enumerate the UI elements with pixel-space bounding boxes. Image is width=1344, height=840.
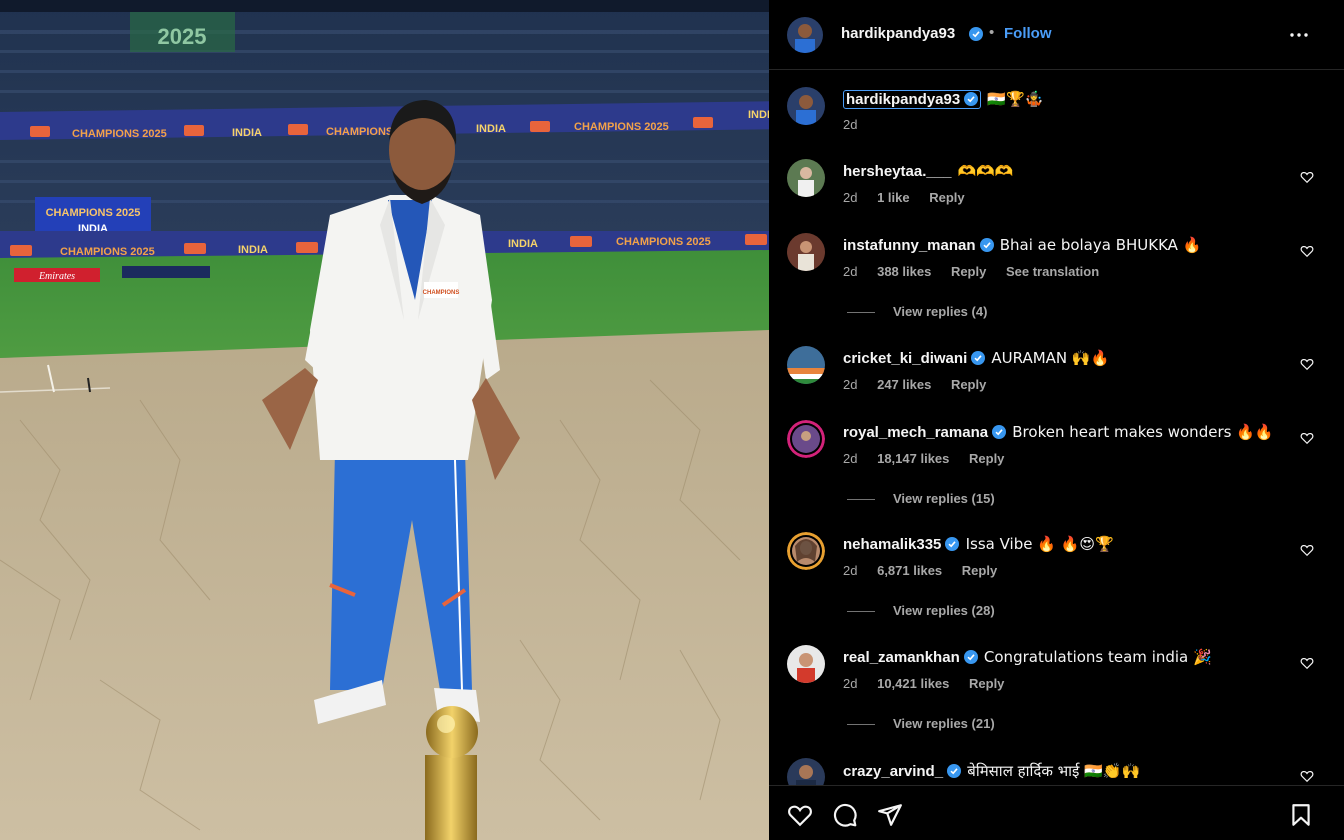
comment-icon[interactable] bbox=[832, 802, 858, 828]
commenter-avatar[interactable] bbox=[787, 758, 825, 785]
heart-icon[interactable] bbox=[1300, 170, 1314, 184]
lower-banner-india-1: INDIA bbox=[238, 244, 268, 256]
sponsor-board: Emirates bbox=[38, 271, 75, 282]
banner-text-india-1: INDIA bbox=[232, 127, 262, 139]
verified-badge-icon bbox=[969, 27, 983, 41]
heart-icon[interactable] bbox=[787, 802, 813, 828]
commenter-avatar[interactable] bbox=[787, 532, 825, 570]
comment-time: 2d bbox=[843, 377, 858, 392]
comment-time: 2d bbox=[843, 190, 858, 205]
comment-likes[interactable]: 247 likes bbox=[877, 377, 931, 392]
comment-text: 🫶🫶🫶 bbox=[957, 162, 1014, 180]
banner-text-champions-1: CHAMPIONS 2025 bbox=[72, 128, 167, 140]
view-replies-button[interactable]: View replies (15) bbox=[847, 491, 995, 506]
comment-time: 2d bbox=[843, 563, 858, 578]
comment-time: 2d bbox=[843, 676, 858, 691]
post-actions-bar bbox=[769, 785, 1344, 840]
follow-button[interactable]: Follow bbox=[1004, 25, 1052, 42]
commenter-avatar[interactable] bbox=[787, 645, 825, 683]
heart-icon[interactable] bbox=[1300, 357, 1314, 371]
screen-line1: CHAMPIONS 2025 bbox=[46, 207, 141, 219]
commenter-avatar[interactable] bbox=[787, 346, 825, 384]
view-replies-label[interactable]: View replies (21) bbox=[893, 716, 995, 731]
send-icon[interactable] bbox=[877, 802, 903, 828]
comment-likes[interactable]: 1 like bbox=[877, 190, 910, 205]
comment-username[interactable]: nehamalik335 bbox=[843, 536, 941, 553]
lower-banner-champions-2: CHAMPIONS 2025 bbox=[616, 236, 711, 248]
view-replies-button[interactable]: View replies (21) bbox=[847, 716, 995, 731]
commenter-avatar[interactable] bbox=[787, 233, 825, 271]
heart-icon[interactable] bbox=[1300, 431, 1314, 445]
reply-button[interactable]: Reply bbox=[962, 563, 997, 578]
caption-username[interactable]: hardikpandya93 bbox=[846, 91, 960, 108]
comment-likes[interactable]: 18,147 likes bbox=[877, 451, 949, 466]
comment-username[interactable]: instafunny_manan bbox=[843, 237, 976, 254]
header-separator: • bbox=[989, 24, 995, 41]
comment-text: Broken heart makes wonders 🔥🔥 bbox=[1012, 423, 1274, 441]
comment-likes[interactable]: 10,421 likes bbox=[877, 676, 949, 691]
banner-text-india-2: INDIA bbox=[476, 123, 506, 135]
view-replies-label[interactable]: View replies (28) bbox=[893, 603, 995, 618]
comment-likes[interactable]: 388 likes bbox=[877, 264, 931, 279]
post-header: hardikpandya93 • Follow bbox=[769, 0, 1344, 70]
banner-text-india-3: INDIA bbox=[748, 109, 769, 121]
comment-likes[interactable]: 6,871 likes bbox=[877, 563, 942, 578]
see-translation-button[interactable]: See translation bbox=[1006, 264, 1099, 279]
post-photo[interactable]: 2025 CHAMPIONS 2025 INDIA CHAMPIONS 2025… bbox=[0, 0, 769, 840]
comment-username[interactable]: hersheytaa.___ bbox=[843, 163, 951, 180]
heart-icon[interactable] bbox=[1300, 769, 1314, 783]
comment-text: AURAMAN 🙌🔥 bbox=[991, 349, 1110, 367]
svg-text:CHAMPIONS: CHAMPIONS bbox=[423, 290, 460, 296]
comment-time: 2d bbox=[843, 264, 858, 279]
comment-username[interactable]: real_zamankhan bbox=[843, 649, 960, 666]
verified-badge-icon bbox=[992, 425, 1007, 439]
top-sign-text: 2025 bbox=[158, 24, 207, 49]
lower-banner-india-2: INDIA bbox=[508, 238, 538, 250]
verified-badge-icon bbox=[971, 351, 986, 365]
verified-badge-icon bbox=[979, 238, 994, 252]
reply-button[interactable]: Reply bbox=[951, 264, 986, 279]
comment-username[interactable]: cricket_ki_diwani bbox=[843, 350, 967, 367]
author-username[interactable]: hardikpandya93 bbox=[841, 25, 955, 42]
reply-button[interactable]: Reply bbox=[969, 676, 1004, 691]
comment-username[interactable]: royal_mech_ramana bbox=[843, 424, 988, 441]
post-side-panel: hardikpandya93 • Follow hardikpandya93 🇮… bbox=[769, 0, 1344, 840]
reply-button[interactable]: Reply bbox=[929, 190, 964, 205]
caption-text: 🇮🇳🏆🤹 bbox=[987, 90, 1044, 108]
comment-time: 2d bbox=[843, 451, 858, 466]
bookmark-icon[interactable] bbox=[1288, 802, 1314, 828]
verified-badge-icon bbox=[964, 92, 979, 106]
heart-icon[interactable] bbox=[1300, 244, 1314, 258]
comment-text: बेमिसाल हार्दिक भाई 🇮🇳👏🙌 bbox=[967, 762, 1141, 780]
more-horizontal-icon[interactable] bbox=[1287, 24, 1311, 46]
view-replies-button[interactable]: View replies (4) bbox=[847, 304, 987, 319]
lower-banner-champions-1: CHAMPIONS 2025 bbox=[60, 246, 155, 258]
verified-badge-icon bbox=[945, 537, 960, 551]
reply-button[interactable]: Reply bbox=[969, 451, 1004, 466]
view-replies-label[interactable]: View replies (15) bbox=[893, 491, 995, 506]
verified-badge-icon bbox=[963, 650, 978, 664]
verified-badge-icon bbox=[947, 764, 962, 778]
view-replies-label[interactable]: View replies (4) bbox=[893, 304, 987, 319]
commenter-avatar[interactable] bbox=[787, 159, 825, 197]
comment-text: Congratulations team india 🎉 bbox=[983, 648, 1212, 666]
commenter-avatar[interactable] bbox=[787, 420, 825, 458]
post-image: 2025 CHAMPIONS 2025 INDIA CHAMPIONS 2025… bbox=[0, 0, 769, 840]
reply-button[interactable]: Reply bbox=[951, 377, 986, 392]
trophy bbox=[425, 706, 478, 840]
comment-text: Issa Vibe 🔥 🔥😍🏆 bbox=[965, 535, 1114, 553]
heart-icon[interactable] bbox=[1300, 656, 1314, 670]
heart-icon[interactable] bbox=[1300, 543, 1314, 557]
caption-avatar[interactable] bbox=[787, 87, 825, 125]
comment-username[interactable]: crazy_arvind_ bbox=[843, 763, 943, 780]
comments-list[interactable]: hardikpandya93 🇮🇳🏆🤹 2d hersheytaa.___ 🫶🫶… bbox=[769, 70, 1344, 785]
banner-text-champions-3: CHAMPIONS 2025 bbox=[574, 121, 669, 133]
comment-text: Bhai ae bolaya BHUKKA 🔥 bbox=[999, 236, 1202, 254]
view-replies-button[interactable]: View replies (28) bbox=[847, 603, 995, 618]
caption-time: 2d bbox=[843, 117, 858, 132]
author-avatar[interactable] bbox=[787, 17, 823, 53]
